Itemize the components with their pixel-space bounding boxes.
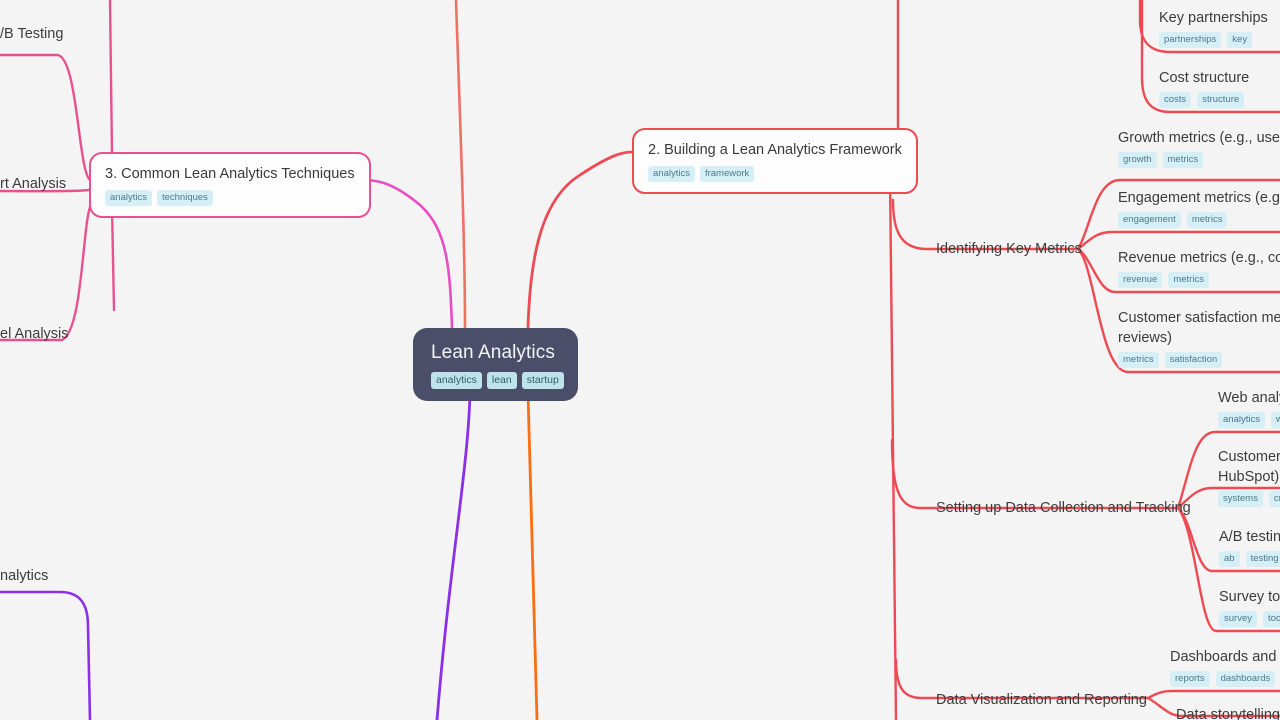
leaf-engagement-metrics[interactable]: Engagement metrics (e.g., engagement met…: [1118, 188, 1280, 228]
tag: analytics: [105, 190, 152, 206]
tag: dashboards: [1215, 671, 1276, 687]
tag: survey: [1219, 611, 1257, 627]
leaf-growth-metrics[interactable]: Growth metrics (e.g., user a growth metr…: [1118, 128, 1280, 168]
edge-tech-stub-up: [108, 0, 114, 157]
tag: lean: [486, 372, 517, 389]
leaf-title: el Analysis: [0, 326, 69, 342]
leaf-tags: systems cr: [1218, 491, 1280, 507]
edge-tech-funnel: [0, 201, 94, 342]
leaf-bottom-left-analytics[interactable]: nalytics: [0, 566, 48, 586]
leaf-tags: revenue metrics: [1118, 272, 1280, 288]
edge-root-framework: [526, 150, 636, 330]
leaf-title: Survey too: [1219, 589, 1280, 605]
edge-root-down-orange: [526, 391, 539, 720]
leaf-tags: analytics w: [1218, 412, 1280, 428]
tag: analytics: [1218, 412, 1265, 428]
tag: metrics: [1118, 352, 1159, 368]
leaf-title: Web analy: [1218, 390, 1280, 406]
root-node-tags: analytics lean startup: [431, 372, 564, 389]
mindmap-canvas[interactable]: Lean Analytics analytics lean startup 2.…: [0, 0, 1280, 720]
tag: systems: [1218, 491, 1263, 507]
leaf-key-partnerships[interactable]: Key partnerships partnerships key: [1159, 8, 1268, 48]
edge-framework-trunk-down: [888, 176, 898, 720]
edge-layer: [0, 0, 1280, 720]
tag: engagement: [1118, 212, 1181, 228]
leaf-satisfaction-metrics[interactable]: Customer satisfaction metr reviews) metr…: [1118, 308, 1280, 368]
leaf-title: Revenue metrics (e.g., conv: [1118, 250, 1280, 266]
branch-node-title: 3. Common Lean Analytics Techniques: [105, 166, 355, 182]
leaf-ab-testing[interactable]: A/B testing ab testing: [1219, 527, 1280, 567]
leaf-cost-structure[interactable]: Cost structure costs structure: [1159, 68, 1249, 108]
leaf-ab-testing-left[interactable]: /B Testing: [0, 24, 63, 44]
leaf-tags: survey too: [1219, 611, 1280, 627]
leaf-tags: reports dashboards: [1170, 671, 1276, 687]
leaf-title: Engagement metrics (e.g.,: [1118, 190, 1280, 206]
tag: satisfaction: [1164, 352, 1223, 368]
edge-km-engagement: [1076, 230, 1280, 251]
edge-tech-stub-down: [110, 205, 116, 312]
tag: reports: [1170, 671, 1210, 687]
leaf-survey-tools[interactable]: Survey too survey too: [1219, 587, 1280, 627]
leaf-revenue-metrics[interactable]: Revenue metrics (e.g., conv revenue metr…: [1118, 248, 1280, 288]
leaf-cohort-analysis[interactable]: rt Analysis: [0, 174, 66, 194]
root-node[interactable]: Lean Analytics analytics lean startup: [413, 328, 578, 401]
branch-node-tags: analytics framework: [648, 166, 902, 182]
tag: growth: [1118, 152, 1157, 168]
leaf-title: rt Analysis: [0, 176, 67, 192]
tag: partnerships: [1159, 32, 1222, 48]
edge-root-techniques: [356, 178, 454, 330]
edge-dv-dashboards: [1146, 689, 1280, 700]
tag: cr: [1268, 491, 1280, 507]
leaf-crm-systems[interactable]: Customer HubSpot) systems cr: [1218, 447, 1280, 507]
tag: metrics: [1186, 212, 1228, 228]
tag: analytics: [648, 166, 695, 182]
tag: startup: [521, 372, 564, 389]
leaf-title: A/B testing: [1219, 529, 1280, 545]
tag: testing: [1245, 551, 1280, 567]
tag: metrics: [1168, 272, 1209, 288]
branch-node-title: 2. Building a Lean Analytics Framework: [648, 142, 902, 158]
tag: analytics: [431, 372, 482, 389]
leaf-title: nalytics: [0, 568, 49, 584]
leaf-dashboards-and-reports[interactable]: Dashboards and reports dashboards: [1170, 647, 1276, 687]
leaf-web-analytics[interactable]: Web analy analytics w: [1218, 388, 1280, 428]
tag: key: [1227, 32, 1253, 48]
leaf-title: Data storytelling: [1176, 707, 1280, 720]
branch-node-techniques[interactable]: 3. Common Lean Analytics Techniques anal…: [89, 152, 371, 218]
tag: revenue: [1118, 272, 1163, 288]
tag: techniques: [156, 190, 213, 206]
tag: structure: [1197, 92, 1245, 108]
edge-tech-ab-testing: [0, 53, 92, 182]
edge-bottom-left-purple: [0, 590, 92, 720]
branch-node-framework[interactable]: 2. Building a Lean Analytics Framework a…: [632, 128, 918, 194]
leaf-tags: engagement metrics: [1118, 212, 1280, 228]
tag: framework: [699, 166, 755, 182]
leaf-tags: metrics satisfaction: [1118, 352, 1280, 368]
tag: too: [1262, 611, 1280, 627]
leaf-tags: ab testing: [1219, 551, 1280, 567]
sub-branch-data-collection[interactable]: Setting up Data Collection and Tracking: [936, 498, 1191, 518]
branch-node-tags: analytics techniques: [105, 190, 355, 206]
leaf-title: Key partnerships: [1159, 10, 1268, 26]
root-node-title: Lean Analytics: [431, 342, 555, 363]
leaf-title: Customer satisfaction metr reviews): [1118, 310, 1280, 346]
tag: ab: [1219, 551, 1240, 567]
leaf-title: Cost structure: [1159, 70, 1250, 86]
leaf-title: Dashboards and: [1170, 649, 1277, 665]
edge-root-down-purple: [435, 391, 472, 720]
leaf-tags: growth metrics: [1118, 152, 1280, 168]
leaf-title: Growth metrics (e.g., user a: [1118, 130, 1280, 146]
tag: costs: [1159, 92, 1192, 108]
leaf-data-storytelling[interactable]: Data storytelling: [1176, 705, 1280, 720]
edge-root-up-salmon: [454, 0, 467, 330]
leaf-tags: partnerships key: [1159, 32, 1268, 48]
tag: w: [1270, 412, 1280, 428]
leaf-title: /B Testing: [0, 26, 64, 42]
sub-branch-key-metrics[interactable]: Identifying Key Metrics: [936, 239, 1082, 259]
tag: metrics: [1162, 152, 1204, 168]
leaf-title: Customer HubSpot): [1218, 449, 1280, 485]
leaf-funnel-analysis[interactable]: el Analysis: [0, 324, 69, 344]
sub-branch-data-visualization[interactable]: Data Visualization and Reporting: [936, 690, 1147, 710]
leaf-tags: costs structure: [1159, 92, 1249, 108]
